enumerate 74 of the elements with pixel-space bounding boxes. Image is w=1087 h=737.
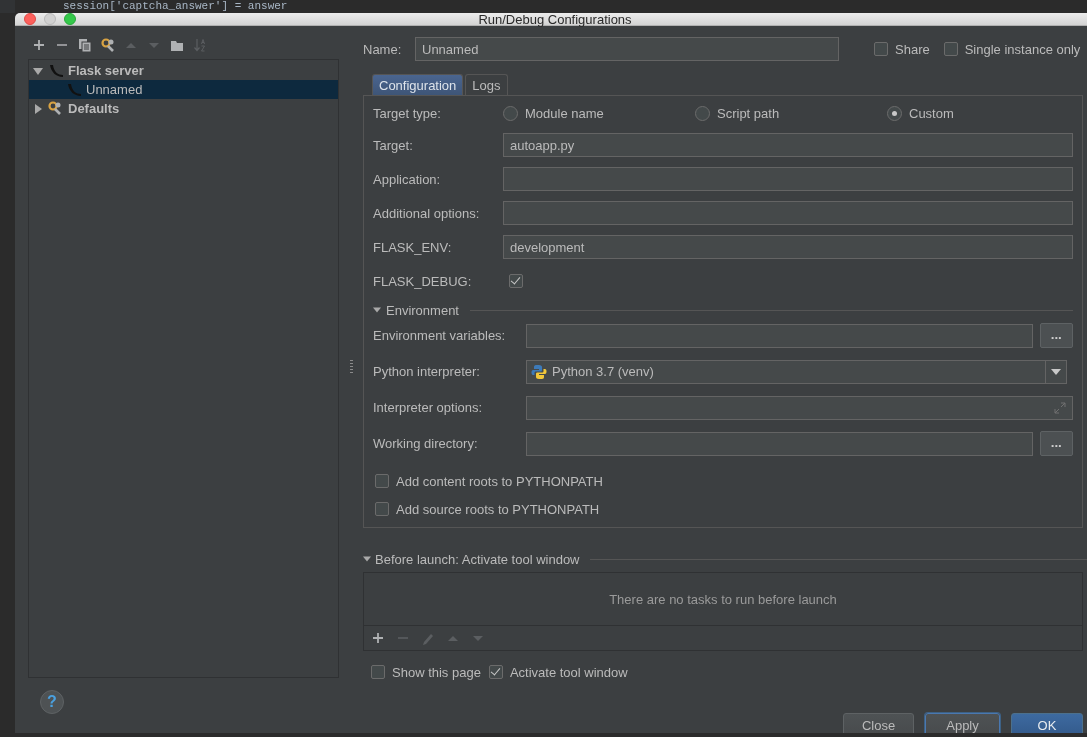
checkbox[interactable] [943,42,958,56]
field-label: FLASK_DEBUG: [373,273,473,289]
tab[interactable]: Configuration [372,74,464,95]
radio-button[interactable] [503,105,518,121]
field-label: FLASK_ENV: [373,239,453,255]
splitter-handle[interactable] [350,360,353,374]
field-label: Environment variables: [373,328,507,343]
disclosure-triangle-icon[interactable] [363,555,371,563]
code-line: session['captcha_answer'] = answer [62,0,288,13]
field-label: Target: [373,137,414,153]
browse-button[interactable]: ... [1039,323,1073,348]
field-label: Target type: [373,105,442,121]
disclosure-triangle-icon[interactable] [373,306,381,314]
field-label: Interpreter options: [373,400,484,415]
disclosure-triangle-icon[interactable] [33,103,43,114]
checkbox[interactable] [375,502,389,516]
interpreter-dropdown[interactable]: Python 3.7 (venv) [526,359,1067,384]
expand-icon[interactable] [1054,401,1066,414]
checkbox[interactable] [371,665,385,679]
add-icon[interactable] [371,631,385,645]
checkbox-label: Add source roots to PYTHONPATH [396,501,600,517]
radio-button[interactable] [887,105,902,121]
folder-icon[interactable] [170,38,184,52]
checkbox[interactable] [874,42,888,56]
text-field[interactable] [526,431,1033,456]
field-label: Name: [363,41,403,57]
field-label: Application: [373,171,442,187]
text-field[interactable] [526,323,1033,348]
horn-icon [66,81,82,98]
text-field[interactable]: autoapp.py [503,133,1073,157]
python-icon [531,363,547,380]
dialog-button[interactable]: Close [843,713,914,733]
field-label: Python interpreter: [373,364,481,379]
tree-item[interactable]: Flask server [29,61,338,80]
checkbox-label: Show this page [392,664,481,680]
radio-label: Module name [525,105,604,121]
editor-gutter [0,0,15,13]
disclosure-triangle-icon[interactable] [33,65,43,76]
tree-item[interactable]: Defaults [29,99,338,118]
tab[interactable]: Logs [465,74,508,95]
dialog-button[interactable]: OK [1011,713,1083,733]
section-header: Before launch: Activate tool window [375,551,580,567]
checkbox-label: Activate tool window [509,664,628,680]
horn-icon [48,62,64,79]
copy-icon[interactable] [78,38,92,52]
radio-label: Custom [909,105,954,121]
window-title: Run/Debug Configurations [478,13,632,27]
checkbox[interactable] [509,274,523,288]
empty-message: There are no tasks to run before launch [609,591,837,607]
text-field[interactable]: development [503,235,1073,259]
dropdown-arrow-icon[interactable] [1051,368,1061,375]
radio-button[interactable] [695,105,710,121]
tree-item[interactable]: Unnamed [29,80,338,99]
field-label: Additional options: [373,205,481,221]
help-button[interactable]: ? [40,690,64,714]
minimize-window-button[interactable] [44,13,56,25]
dialog-button[interactable]: Apply [925,713,1000,733]
browse-button[interactable]: ... [1039,431,1073,456]
text-field[interactable] [526,395,1073,420]
text-field[interactable] [503,201,1073,225]
checkbox-label: Share [895,41,930,57]
checkbox-label: Single instance only [964,41,1081,57]
field-label: Working directory: [373,436,479,451]
text-field[interactable] [503,167,1073,191]
checkbox[interactable] [375,474,389,488]
close-window-button[interactable] [24,13,36,25]
checkbox-label: Add content roots to PYTHONPATH [396,473,603,489]
radio-label: Script path [717,105,780,121]
wrench-icon[interactable] [101,38,115,52]
checkbox[interactable] [488,665,503,679]
name-field[interactable]: Unnamed [415,37,839,61]
add-icon[interactable] [32,38,46,52]
section-header: Environment [386,302,459,318]
zoom-window-button[interactable] [64,13,76,25]
